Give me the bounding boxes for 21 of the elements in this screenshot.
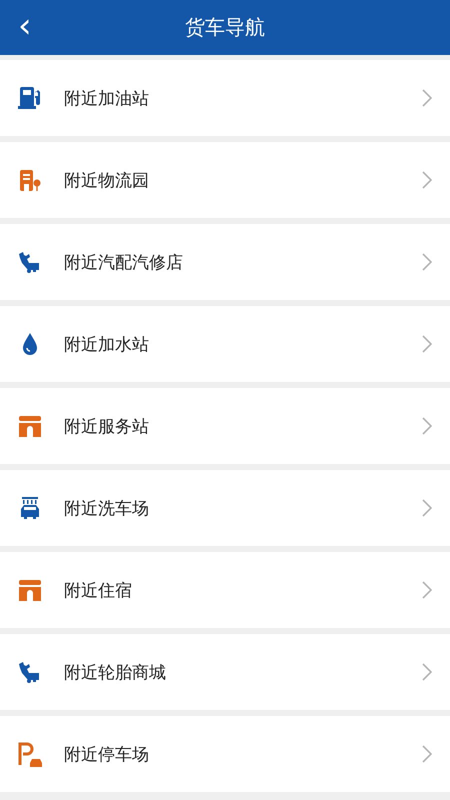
chevron-icon [422,499,432,517]
list-item[interactable]: 附近加油站 [0,60,450,136]
chevron-icon [422,581,432,599]
list-item[interactable]: 附近汽配汽修店 [0,224,450,300]
list-item[interactable]: 附近住宿 [0,552,450,628]
list-item[interactable]: 附近洗车场 [0,470,450,546]
list-item[interactable]: 附近服务站 [0,388,450,464]
page-title: 货车导航 [185,14,265,41]
list-item[interactable]: 附近轮胎商城 [0,634,450,710]
chevron-icon [422,253,432,271]
chevron-icon [422,745,432,763]
list-item[interactable]: 附近停车场 [0,716,450,792]
chevron-icon [422,171,432,189]
parking-icon [16,740,44,768]
chevron-icon [422,89,432,107]
list-item[interactable]: 附近物流园 [0,142,450,218]
chevron-icon [422,417,432,435]
chevron-icon [422,663,432,681]
list-item[interactable]: 附近加水站 [0,306,450,382]
back-button[interactable]: ‹ [12,6,38,46]
chevron-icon [422,335,432,353]
